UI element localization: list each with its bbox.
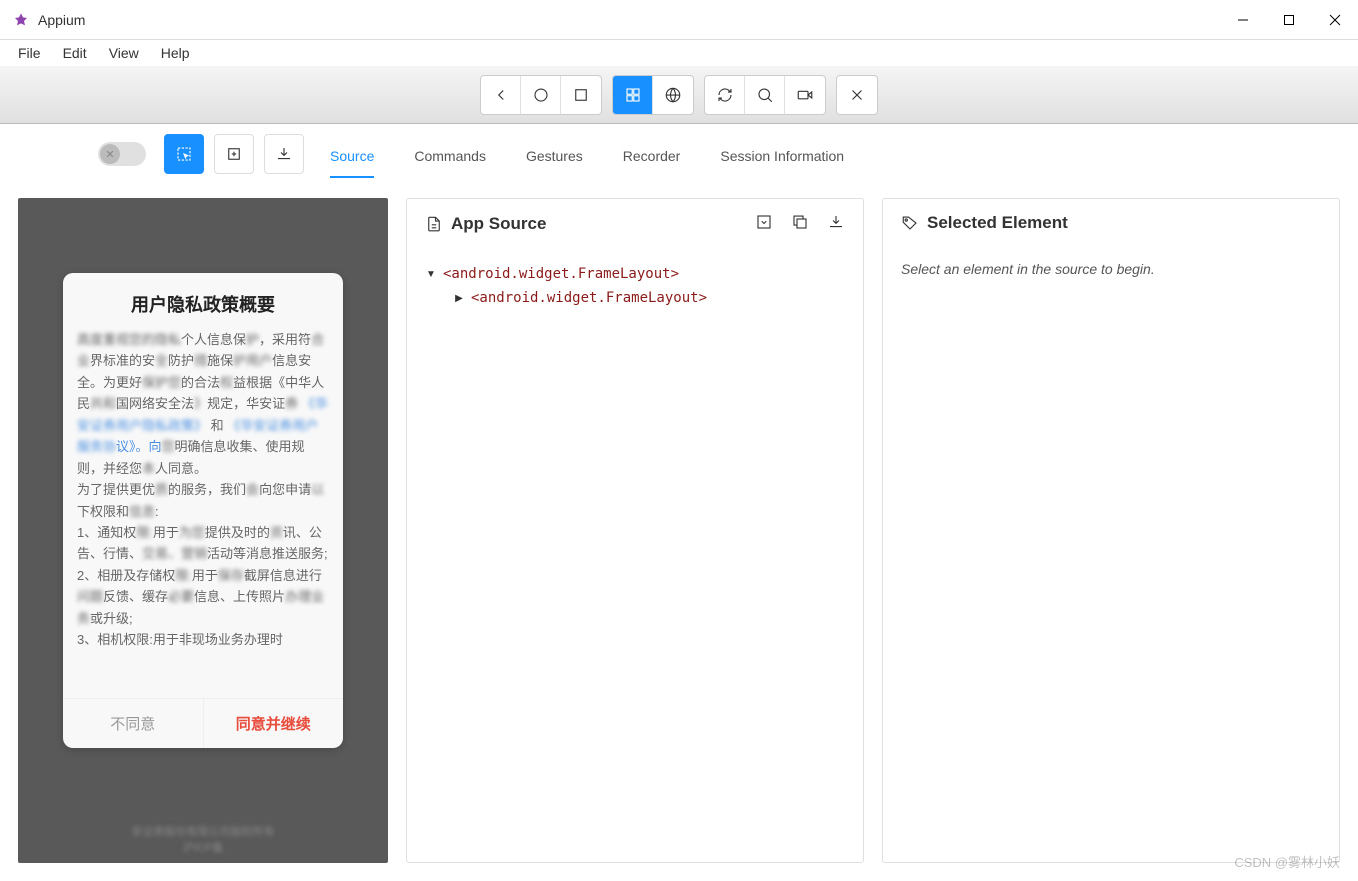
mjpeg-toggle[interactable]: ✕ <box>98 142 146 166</box>
body-text: 提供及时的 <box>205 525 270 540</box>
dialog-footer: 不同意 同意并继续 <box>63 698 343 748</box>
source-panel-title: App Source <box>425 214 546 234</box>
panels: 用户隐私政策概要 高度重视您的隐私个人信息保护，采用符合业界标准的安全防护措施保… <box>18 198 1340 863</box>
window-controls <box>1220 0 1358 40</box>
tree-root-label[interactable]: <android.widget.FrameLayout> <box>443 266 679 282</box>
body-text: 的服务，我们 <box>168 482 246 497</box>
search-button[interactable] <box>745 76 785 114</box>
tab-gestures[interactable]: Gestures <box>526 140 583 178</box>
body-text: ，采用符 <box>259 332 311 347</box>
device-screen: 用户隐私政策概要 高度重视您的隐私个人信息保护，采用符合业界标准的安全防护措施保… <box>63 273 343 748</box>
dialog-body: 高度重视您的隐私个人信息保护，采用符合业界标准的安全防护措施保护用户信息安全。为… <box>63 329 343 698</box>
tab-recorder[interactable]: Recorder <box>623 140 681 178</box>
toolbar <box>0 66 1358 124</box>
dialog-ok-button[interactable]: 同意并继续 <box>203 699 344 748</box>
selected-panel-header: Selected Element <box>883 199 1339 247</box>
body-text: 向您申请 <box>259 482 311 497</box>
tab-source[interactable]: Source <box>330 140 374 178</box>
maximize-button[interactable] <box>1266 0 1312 40</box>
body-text: 反馈、缓存 <box>103 589 168 604</box>
selected-panel-title: Selected Element <box>901 213 1068 233</box>
device-preview[interactable]: 用户隐私政策概要 高度重视您的隐私个人信息保护，采用符合业界标准的安全防护措施保… <box>18 198 388 863</box>
close-button[interactable] <box>1312 0 1358 40</box>
quit-button[interactable] <box>837 76 877 114</box>
caret-down-icon[interactable]: ▼ <box>425 269 437 280</box>
minimize-button[interactable] <box>1220 0 1266 40</box>
body-text: 为了提供更优 <box>77 482 155 497</box>
source-panel-header: App Source <box>407 199 863 248</box>
close-group <box>836 75 878 115</box>
selected-panel: Selected Element Select an element in th… <box>882 198 1340 863</box>
content: ✕ Source Commands Gestures Recorder Sess… <box>0 124 1358 881</box>
body-text: 用于 <box>153 525 179 540</box>
back-button[interactable] <box>481 76 521 114</box>
home-button[interactable] <box>521 76 561 114</box>
caret-right-icon[interactable]: ▶ <box>453 293 465 304</box>
body-text: 个人信息保 <box>181 332 246 347</box>
source-actions <box>755 213 845 234</box>
dialog-title: 用户隐私政策概要 <box>63 273 343 329</box>
selected-body: Select an element in the source to begin… <box>883 247 1339 862</box>
file-icon <box>425 215 443 233</box>
copy-xml-button[interactable] <box>791 213 809 234</box>
body-text: 的合法 <box>181 375 220 390</box>
mode-group <box>612 75 694 115</box>
body-text: 用于 <box>192 568 218 583</box>
body-text: 活动等消息推送服务; <box>207 546 328 561</box>
web-mode-button[interactable] <box>653 76 693 114</box>
menu-help[interactable]: Help <box>151 42 200 64</box>
body-text: 施保 <box>207 353 233 368</box>
menu-edit[interactable]: Edit <box>53 42 97 64</box>
menu-view[interactable]: View <box>99 42 149 64</box>
body-text: 或升级; <box>90 611 133 626</box>
source-panel: App Source ▼ <android.widget.FrameLayout… <box>406 198 864 863</box>
tree-child-label[interactable]: <android.widget.FrameLayout> <box>471 290 707 306</box>
app-icon <box>12 11 30 29</box>
tree-root[interactable]: ▼ <android.widget.FrameLayout> <box>425 262 845 286</box>
source-tree: ▼ <android.widget.FrameLayout> ▶ <androi… <box>407 248 863 862</box>
selected-title-text: Selected Element <box>927 213 1068 233</box>
body-text: 和 <box>207 418 227 433</box>
toggle-attrs-button[interactable] <box>755 213 773 234</box>
titlebar-left: Appium <box>12 11 85 29</box>
menu-file[interactable]: File <box>8 42 51 64</box>
tag-icon <box>901 214 919 232</box>
selected-hint: Select an element in the source to begin… <box>901 261 1321 277</box>
native-mode-button[interactable] <box>613 76 653 114</box>
download-xml-button[interactable] <box>827 213 845 234</box>
tree-child[interactable]: ▶ <android.widget.FrameLayout> <box>453 286 845 310</box>
body-text: 规定，华安证 <box>207 396 285 411</box>
source-title-text: App Source <box>451 214 546 234</box>
body-text: 国网络安全法 <box>116 396 194 411</box>
nav-group <box>480 75 602 115</box>
overview-button[interactable] <box>561 76 601 114</box>
body-text: 人同意。 <box>155 461 207 476</box>
body-text: 界标准的安 <box>90 353 155 368</box>
record-button[interactable] <box>785 76 825 114</box>
watermark: CSDN @雾林小妖 <box>1234 852 1340 871</box>
window-title: Appium <box>38 12 85 28</box>
body-text: 防护 <box>168 353 194 368</box>
dialog-cancel-button[interactable]: 不同意 <box>63 699 203 748</box>
menubar: File Edit View Help <box>0 40 1358 66</box>
body-text: 议》。向 <box>116 439 162 454</box>
action-group <box>704 75 826 115</box>
tabs: Source Commands Gestures Recorder Sessio… <box>18 140 1340 178</box>
titlebar: Appium <box>0 0 1358 40</box>
device-bg-footer: 安证券股份有限公司版权所有 沪ICP备 <box>18 823 388 855</box>
body-text: 2、相册及存储权 <box>77 568 175 583</box>
body-text: 1、通知权 <box>77 525 136 540</box>
tab-session-info[interactable]: Session Information <box>720 140 844 178</box>
refresh-button[interactable] <box>705 76 745 114</box>
body-text: 截屏信息进行 <box>244 568 322 583</box>
body-text: 下权限和 <box>77 504 129 519</box>
tab-commands[interactable]: Commands <box>414 140 486 178</box>
body-text: 3、相机权限:用于非现场业务办理时 <box>77 632 283 647</box>
body-text: 信息、上传照片 <box>194 589 285 604</box>
